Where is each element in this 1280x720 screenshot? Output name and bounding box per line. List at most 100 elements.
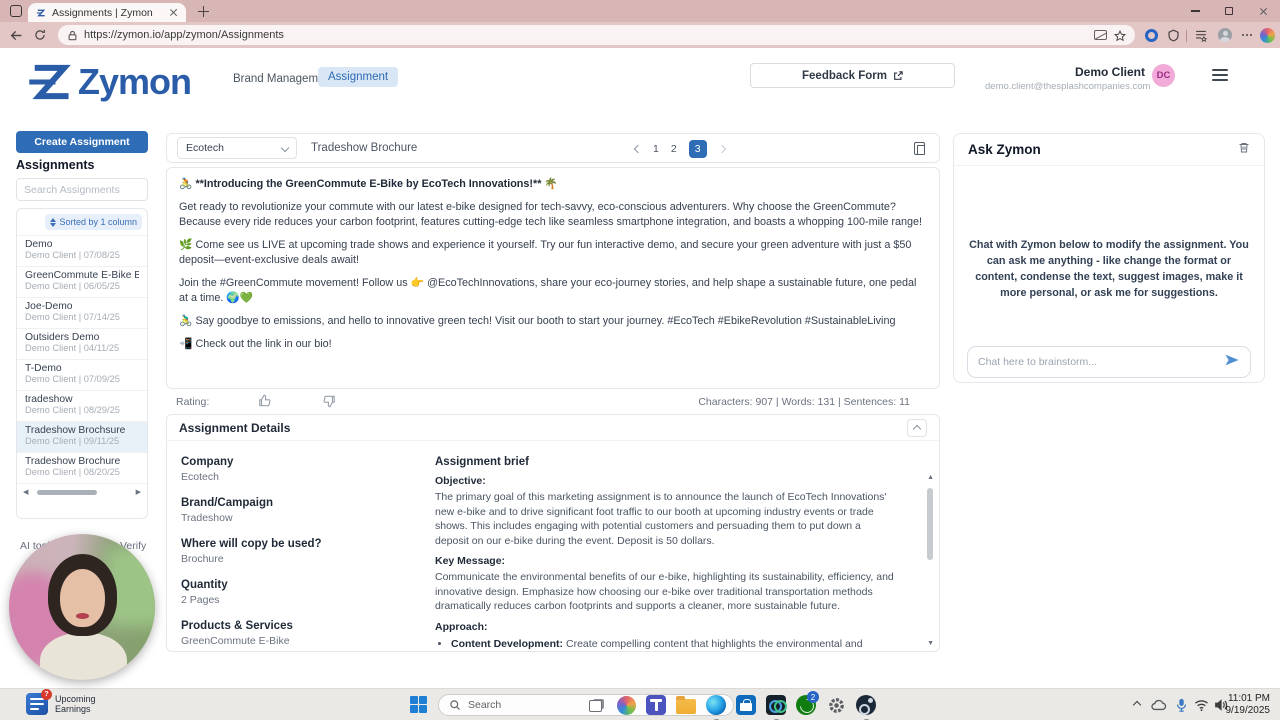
- copilot-icon[interactable]: [1258, 26, 1276, 44]
- sort-row: Sorted by 1 column: [17, 209, 147, 235]
- assignment-details-card: Assignment Details Company Ecotech Brand/…: [166, 414, 940, 652]
- wifi-icon[interactable]: [1192, 697, 1210, 713]
- next-page-icon[interactable]: [717, 144, 726, 154]
- user-block: Demo Client demo.client@thesplashcompani…: [985, 65, 1150, 92]
- window-minimize-icon[interactable]: [1178, 0, 1212, 22]
- back-icon[interactable]: [8, 27, 24, 43]
- page-2-button[interactable]: 2: [671, 143, 677, 155]
- list-item[interactable]: Joe-Demo Demo Client | 07/14/25: [17, 297, 147, 328]
- browser-menu-icon[interactable]: [1238, 26, 1256, 44]
- list-item[interactable]: tradeshow Demo Client | 08/29/25: [17, 390, 147, 421]
- list-item[interactable]: T-Demo Demo Client | 07/09/25: [17, 359, 147, 390]
- menu-hamburger-icon[interactable]: [1212, 69, 1228, 81]
- widget-badge: ?: [41, 689, 52, 700]
- page-3-button-active[interactable]: 3: [688, 140, 707, 158]
- field-company: Company Ecotech: [181, 456, 234, 483]
- content-paragraph: Get ready to revolutionize your commute …: [179, 201, 923, 228]
- thumbs-down-icon[interactable]: [322, 394, 336, 413]
- collapse-button[interactable]: [907, 418, 927, 437]
- scrollbar-thumb[interactable]: [927, 488, 933, 560]
- screen: Assignments | Zymon https://zymon.io/app…: [0, 0, 1280, 720]
- content-paragraph: 🚴‍♂️ Say goodbye to emissions, and hello…: [179, 315, 896, 327]
- field-brand-campaign: Brand/Campaign Tradeshow: [181, 497, 274, 524]
- list-item[interactable]: Outsiders Demo Demo Client | 04/11/25: [17, 328, 147, 359]
- edge-icon[interactable]: [704, 693, 728, 720]
- collections-icon[interactable]: [1192, 26, 1210, 44]
- list-item[interactable]: Demo Demo Client | 07/08/25: [17, 235, 147, 266]
- browser-tab[interactable]: Assignments | Zymon: [28, 3, 186, 22]
- microsoft-store-icon[interactable]: [734, 693, 758, 717]
- scroll-down-icon[interactable]: ▼: [927, 640, 934, 647]
- sort-chip[interactable]: Sorted by 1 column: [45, 214, 142, 230]
- assignment-details-body: Company Ecotech Brand/Campaign Tradeshow W…: [167, 441, 939, 651]
- window-close-icon[interactable]: [1246, 0, 1280, 22]
- taskbar-search-placeholder: Search: [468, 699, 502, 711]
- task-view-icon[interactable]: [584, 693, 608, 717]
- widgets-button[interactable]: ? Upcoming Earnings: [26, 689, 96, 715]
- details-fields: Company Ecotech Brand/Campaign Tradeshow W…: [181, 456, 411, 651]
- steam-icon[interactable]: [854, 693, 878, 720]
- zymon-logo[interactable]: Zymon: [26, 58, 192, 106]
- new-tab-icon[interactable]: [198, 6, 209, 17]
- extension-blue-icon[interactable]: [1142, 26, 1160, 44]
- search-assignments-input[interactable]: [16, 178, 148, 201]
- window-maximize-icon[interactable]: [1212, 0, 1246, 22]
- shield-extension-icon[interactable]: [1164, 26, 1182, 44]
- brief-title: Assignment brief: [435, 456, 529, 468]
- ask-zymon-header: Ask Zymon: [954, 134, 1264, 166]
- create-assignment-button[interactable]: Create Assignment: [16, 131, 148, 153]
- document-title: Tradeshow Brochure: [311, 142, 418, 154]
- sort-icon: [50, 217, 57, 227]
- browser-profile-avatar[interactable]: [1216, 26, 1234, 44]
- scroll-up-icon[interactable]: ▲: [927, 474, 934, 481]
- tray-chevron-icon[interactable]: [1128, 697, 1146, 713]
- tab-close-icon[interactable]: [169, 8, 178, 17]
- teams-icon[interactable]: [644, 693, 668, 717]
- user-avatar[interactable]: DC: [1152, 64, 1175, 87]
- scrollbar-thumb[interactable]: [37, 490, 97, 495]
- file-explorer-icon[interactable]: [674, 693, 698, 717]
- vertical-scrollbar[interactable]: ▲ ▼: [924, 474, 934, 647]
- copy-icon[interactable]: [914, 142, 925, 155]
- lock-icon: [68, 30, 77, 40]
- horizontal-scrollbar[interactable]: ◀ ▶: [17, 483, 147, 500]
- list-item[interactable]: Tradeshow Brochure Demo Client | 08/20/25: [17, 452, 147, 483]
- thumbs-up-icon[interactable]: [258, 394, 272, 413]
- taskbar-clock[interactable]: 11:01 PM 9/19/2025: [1226, 693, 1271, 717]
- document-content[interactable]: 🚴 **Introducing the GreenCommute E-Bike …: [166, 167, 940, 389]
- bookmark-star-icon[interactable]: [1114, 29, 1126, 41]
- picture-in-picture-icon[interactable]: [1094, 30, 1107, 40]
- xbox-icon[interactable]: 2: [794, 691, 819, 717]
- list-item[interactable]: GreenCommute E-Bike BlurbDemo Client | 0…: [17, 266, 147, 297]
- key-message-label: Key Message:: [435, 555, 506, 567]
- start-button-icon[interactable]: [410, 696, 427, 713]
- chat-intro-text: Chat with Zymon below to modify the assi…: [969, 239, 1249, 299]
- dev-app-icon[interactable]: [764, 693, 788, 720]
- assignment-brief: Assignment brief Objective: The primary …: [435, 456, 895, 651]
- refresh-icon[interactable]: [32, 27, 48, 43]
- browser-navbar: https://zymon.io/app/zymon/Assignments: [0, 22, 1280, 48]
- assignment-details-header: Assignment Details: [167, 415, 939, 441]
- onedrive-cloud-icon[interactable]: [1150, 697, 1168, 713]
- chat-input[interactable]: [978, 356, 1216, 368]
- scroll-left-icon[interactable]: ◀: [23, 488, 28, 496]
- objective-text: The primary goal of this marketing assig…: [435, 491, 887, 547]
- clock-date: 9/19/2025: [1225, 705, 1271, 716]
- scroll-right-icon[interactable]: ▶: [136, 488, 141, 496]
- url-bar[interactable]: https://zymon.io/app/zymon/Assignments: [58, 25, 1135, 45]
- settings-gear-icon[interactable]: [824, 693, 848, 717]
- ask-zymon-panel: Ask Zymon Chat with Zymon below to modif…: [953, 133, 1265, 383]
- copilot-taskbar-icon[interactable]: [614, 693, 638, 717]
- page-1-button[interactable]: 1: [653, 143, 659, 155]
- company-select[interactable]: Ecotech: [177, 137, 297, 159]
- list-item-selected[interactable]: Tradeshow Brochsure Demo Client | 09/11/2…: [17, 421, 147, 452]
- microphone-icon[interactable]: [1172, 697, 1190, 713]
- assignment-details-title: Assignment Details: [179, 420, 291, 435]
- prev-page-icon[interactable]: [633, 144, 643, 154]
- trash-icon[interactable]: [1238, 141, 1250, 159]
- send-icon[interactable]: [1224, 353, 1240, 372]
- search-icon: [450, 700, 460, 710]
- feedback-form-button[interactable]: Feedback Form: [750, 63, 955, 88]
- nav-assignment[interactable]: Assignment: [318, 67, 399, 87]
- workspace-icon[interactable]: [10, 5, 22, 17]
